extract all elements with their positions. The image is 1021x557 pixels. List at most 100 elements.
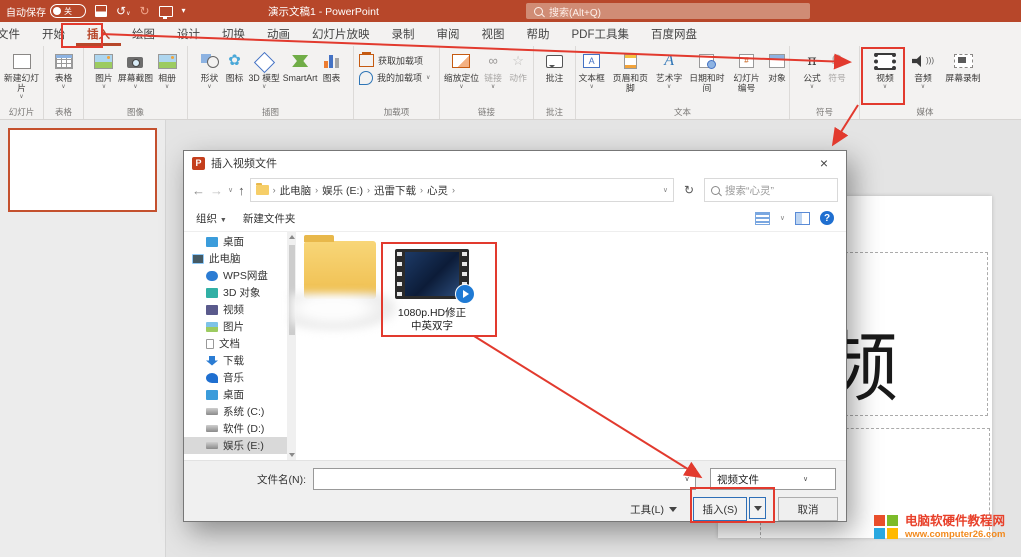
organize-button[interactable]: 组织 ▼ <box>196 211 227 226</box>
cancel-button[interactable]: 取消 <box>778 497 838 521</box>
dialog-title-bar[interactable]: P 插入视频文件 × <box>184 151 846 175</box>
get-addins-button[interactable]: 获取加载项 <box>354 52 439 69</box>
sidebar-item-drive-e[interactable]: 娱乐 (E:) <box>184 437 296 454</box>
breadcrumb-this-pc[interactable]: 此电脑 <box>280 183 312 198</box>
sidebar-item-downloads[interactable]: 下载 <box>184 352 296 369</box>
tab-record[interactable]: 录制 <box>381 22 426 46</box>
smartart-button[interactable]: SmartArt <box>282 49 319 103</box>
tab-slideshow[interactable]: 幻灯片放映 <box>301 22 381 46</box>
new-folder-button[interactable]: 新建文件夹 <box>243 211 296 226</box>
sidebar-item-wps-cloud[interactable]: WPS网盘 <box>184 267 296 284</box>
tab-review[interactable]: 审阅 <box>426 22 471 46</box>
up-icon[interactable]: ↑ <box>238 183 245 198</box>
customize-toolbar-icon[interactable]: ▾ <box>182 7 186 15</box>
symbol-button[interactable]: Ω 符号 <box>825 49 849 103</box>
view-dropdown-icon[interactable]: ∨ <box>780 214 785 222</box>
sidebar-item-desktop2[interactable]: 桌面 <box>184 386 296 403</box>
folder-item[interactable] <box>304 241 376 299</box>
forward-icon[interactable]: → <box>210 183 223 198</box>
video-file-item[interactable]: 1080p.HD修正 中英双字 <box>380 249 484 333</box>
picture-button[interactable]: 图片 ∨ <box>92 49 116 103</box>
scroll-down-icon[interactable] <box>289 453 295 457</box>
date-time-button[interactable]: 日期和时间 <box>686 49 728 103</box>
sidebar-item-drive-d[interactable]: 软件 (D:) <box>184 420 296 437</box>
new-slide-button[interactable]: 新建幻灯片 ∨ <box>0 49 43 103</box>
sidebar-item-pictures[interactable]: 图片 <box>184 318 296 335</box>
preview-pane-icon[interactable] <box>795 212 810 225</box>
tab-design[interactable]: 设计 <box>166 22 211 46</box>
start-slideshow-icon[interactable] <box>159 6 173 17</box>
action-button[interactable]: ☆ 动作 <box>506 49 530 103</box>
filetype-dropdown[interactable]: 视频文件 ∨ <box>710 468 836 490</box>
filename-combobox[interactable]: ∨ <box>313 468 696 490</box>
file-list-area[interactable]: 1080p.HD修正 中英双字 <box>296 231 846 461</box>
sidebar-scrollbar[interactable] <box>287 231 296 461</box>
audio-button[interactable]: ))) 音频 ∨ <box>905 49 941 103</box>
address-dropdown-icon[interactable]: ∨ <box>663 186 668 194</box>
filename-input[interactable] <box>314 471 679 487</box>
group-label: 链接 <box>440 106 533 118</box>
back-icon[interactable]: ← <box>192 183 205 198</box>
tab-home[interactable]: 开始 <box>31 22 76 46</box>
sidebar-item-drive-c[interactable]: 系统 (C:) <box>184 403 296 420</box>
chart-button[interactable]: 图表 <box>320 49 344 103</box>
tab-view[interactable]: 视图 <box>471 22 516 46</box>
tab-animations[interactable]: 动画 <box>256 22 301 46</box>
video-button[interactable]: 视频 ∨ <box>866 49 904 103</box>
text-box-button[interactable]: A 文本框 ∨ <box>576 49 607 103</box>
tab-help[interactable]: 帮助 <box>516 22 561 46</box>
3d-models-button[interactable]: 3D 模型 ∨ <box>248 49 281 103</box>
chevron-down-icon[interactable]: ∨ <box>679 475 695 483</box>
sidebar-item-3d-objects[interactable]: 3D 对象 <box>184 284 296 301</box>
equation-button[interactable]: π 公式 ∨ <box>800 49 824 103</box>
tools-button[interactable]: 工具(L) <box>630 502 677 517</box>
table-button[interactable]: 表格 ∨ <box>52 49 76 103</box>
sidebar-item-documents[interactable]: 文档 <box>184 335 296 352</box>
breadcrumb-xinling[interactable]: 心灵 <box>427 183 448 198</box>
shapes-button[interactable]: 形状 ∨ <box>198 49 222 103</box>
scroll-up-icon[interactable] <box>289 235 295 239</box>
slide-thumbnail[interactable] <box>8 128 157 212</box>
undo-icon[interactable]: ↺∨ <box>116 5 130 17</box>
slide-number-button[interactable]: # 幻灯片编号 <box>729 49 764 103</box>
help-icon[interactable]: ? <box>820 211 834 225</box>
icons-button[interactable]: ✿ 图标 <box>223 49 247 103</box>
screenshot-button[interactable]: 屏幕截图 ∨ <box>117 49 154 103</box>
screen-recording-button[interactable]: 屏幕录制 <box>942 49 984 103</box>
tab-pdf-tools[interactable]: PDF工具集 <box>561 22 641 46</box>
sidebar-item-videos[interactable]: 视频 <box>184 301 296 318</box>
view-options-icon[interactable] <box>755 212 770 225</box>
zoom-button[interactable]: 缩放定位 ∨ <box>443 49 480 103</box>
sidebar-item-desktop[interactable]: 桌面 <box>184 233 296 250</box>
sidebar-item-this-pc[interactable]: 此电脑 <box>184 250 296 267</box>
sidebar-item-music[interactable]: 音乐 <box>184 369 296 386</box>
link-button[interactable]: ∞ 链接 ∨ <box>481 49 505 103</box>
comment-button[interactable]: 批注 <box>543 49 567 103</box>
refresh-icon[interactable]: ↻ <box>679 179 699 201</box>
insert-dropdown-icon[interactable] <box>749 497 766 519</box>
header-footer-button[interactable]: 页眉和页脚 <box>608 49 652 103</box>
insert-split-button[interactable]: 插入(S) <box>693 497 766 521</box>
breadcrumb-drive-e[interactable]: 娱乐 (E:) <box>322 183 363 198</box>
tab-draw[interactable]: 绘图 <box>121 22 166 46</box>
history-chevron-icon[interactable]: ∨ <box>228 186 233 194</box>
tab-file[interactable]: 文件 <box>0 22 31 46</box>
redo-icon[interactable]: ↻ <box>139 5 149 17</box>
dialog-search-box[interactable]: 搜索“心灵” <box>704 178 838 202</box>
autosave-switch[interactable]: 关 <box>50 4 86 18</box>
close-icon[interactable]: × <box>810 155 838 171</box>
autosave-toggle[interactable]: 自动保存 关 <box>6 4 86 19</box>
object-button[interactable]: 对象 <box>765 49 789 103</box>
photo-album-button[interactable]: 相册 ∨ <box>155 49 179 103</box>
ribbon-search-box[interactable]: 搜索(Alt+Q) <box>526 3 810 19</box>
audio-icon <box>912 55 924 67</box>
save-icon[interactable] <box>95 5 107 17</box>
insert-button[interactable]: 插入(S) <box>693 497 747 521</box>
tab-transitions[interactable]: 切换 <box>211 22 256 46</box>
address-bar[interactable]: › 此电脑 › 娱乐 (E:) › 迅雷下载 › 心灵 › ∨ <box>250 178 674 202</box>
breadcrumb-thunder-download[interactable]: 迅雷下载 <box>374 183 416 198</box>
wordart-button[interactable]: A 艺术字 ∨ <box>653 49 684 103</box>
tab-insert[interactable]: 插入 <box>76 22 121 46</box>
my-addins-button[interactable]: 我的加载项 ∨ <box>354 69 439 86</box>
tab-baidu-netdisk[interactable]: 百度网盘 <box>640 22 708 46</box>
